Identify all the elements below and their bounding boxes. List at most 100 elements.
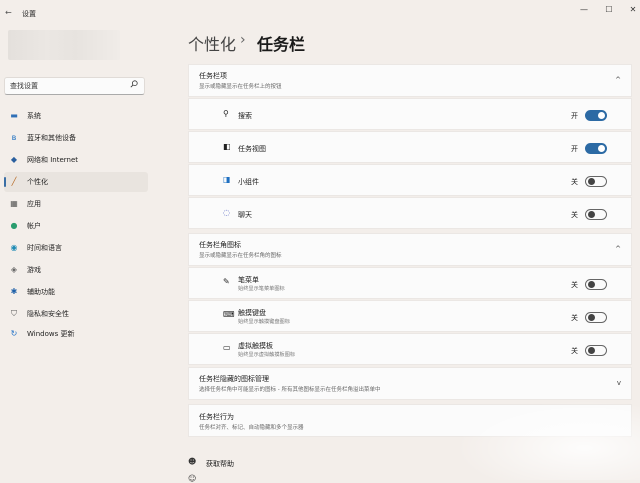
sidebar-item-label: Windows 更新 (27, 330, 75, 338)
bluetooth-icon: ʙ (11, 133, 17, 142)
touchpad-icon: ▭ (223, 343, 231, 352)
row-search: ⚲ 搜索 开 (188, 98, 632, 130)
search-icon (130, 80, 138, 88)
row-sub: 始终显示虚拟触摸板图标 (238, 352, 296, 358)
row-sub: 始终显示触摸键盘图标 (238, 319, 290, 325)
minimize-button[interactable]: — (573, 3, 595, 17)
chevron-down-icon[interactable]: v (617, 379, 621, 387)
row-widgets: ◨ 小组件 关 (188, 164, 632, 196)
pen-menu-toggle[interactable] (585, 279, 607, 290)
maximize-button[interactable]: ☐ (598, 3, 620, 17)
toggle-state: 关 (571, 281, 578, 289)
toggle-state: 关 (571, 211, 578, 219)
toggle-state: 关 (571, 178, 578, 186)
toggle-state: 开 (571, 145, 578, 153)
close-button[interactable]: ✕ (622, 3, 640, 17)
sidebar-item-label: 应用 (27, 200, 41, 208)
sidebar-item-time-language[interactable]: ◉ 时间和语言 (4, 238, 148, 258)
feedback-icon: ☺ (188, 474, 197, 483)
toggle-state: 关 (571, 314, 578, 322)
task-view-icon: ◧ (223, 142, 231, 151)
chat-icon: ◌ (223, 208, 230, 217)
row-pen-menu: ✎ 笔菜单 始终显示笔菜单图标 关 (188, 267, 632, 299)
back-icon[interactable]: ← (5, 8, 12, 17)
widgets-icon: ◨ (223, 175, 231, 184)
row-task-view: ◧ 任务视图 开 (188, 131, 632, 163)
sidebar-item-apps[interactable]: ▦ 应用 (4, 194, 148, 214)
shield-icon: ⛉ (11, 309, 17, 318)
sidebar-item-label: 蓝牙和其他设备 (27, 134, 76, 142)
sidebar-item-label: 个性化 (27, 178, 48, 186)
section-overflow-icons[interactable]: 任务栏隐藏的图标管理 选择任务栏角中可能显示的图标 - 所有其他图标显示在任务栏… (188, 367, 632, 400)
sidebar-item-network[interactable]: ◆ 网络和 Internet (4, 150, 148, 170)
update-icon: ↻ (10, 329, 18, 338)
search-icon: ⚲ (223, 109, 229, 118)
section-desc: 显示或隐藏显示在任务栏上的按钮 (199, 84, 282, 90)
section-title: 任务栏角图标 (199, 241, 241, 249)
section-taskbar-items[interactable]: 任务栏项 显示或隐藏显示在任务栏上的按钮 ^ (188, 64, 632, 97)
sidebar-item-bluetooth[interactable]: ʙ 蓝牙和其他设备 (4, 128, 148, 148)
sidebar-item-label: 游戏 (27, 266, 41, 274)
help-icon: ☻ (188, 457, 197, 466)
section-desc: 选择任务栏角中可能显示的图标 - 所有其他图标显示在任务栏角溢出菜单中 (199, 387, 381, 393)
sidebar-item-label: 时间和语言 (27, 244, 62, 252)
touch-keyboard-toggle[interactable] (585, 312, 607, 323)
account-profile-blurred[interactable] (8, 30, 120, 60)
section-desc: 显示或隐藏显示在任务栏角的图标 (199, 253, 282, 259)
row-label: 触摸键盘 (238, 309, 266, 317)
sidebar-item-accounts[interactable]: ● 帐户 (4, 216, 148, 236)
row-label: 笔菜单 (238, 276, 259, 284)
section-title: 任务栏隐藏的图标管理 (199, 375, 269, 383)
brush-icon: ╱ (11, 177, 17, 186)
pen-icon: ✎ (223, 277, 230, 286)
search-placeholder: 查找设置 (10, 82, 38, 90)
apps-icon: ▦ (10, 199, 18, 208)
chevron-up-icon[interactable]: ^ (615, 245, 621, 253)
chevron-up-icon[interactable]: ^ (615, 76, 621, 84)
globe-icon: ◉ (10, 243, 18, 252)
search-input[interactable]: 查找设置 (4, 77, 145, 95)
row-label: 任务视图 (238, 145, 266, 153)
sidebar-item-label: 隐私和安全性 (27, 310, 69, 318)
row-chat: ◌ 聊天 关 (188, 197, 632, 229)
get-help-link[interactable]: 获取帮助 (206, 459, 234, 469)
sidebar-item-personalization[interactable]: ╱ 个性化 (4, 172, 148, 192)
task-view-toggle[interactable] (585, 143, 607, 154)
sidebar-item-privacy[interactable]: ⛉ 隐私和安全性 (4, 304, 148, 324)
sidebar-item-label: 网络和 Internet (27, 156, 79, 164)
title-bar: ← 设置 — ☐ ✕ (0, 0, 640, 28)
row-touch-keyboard: ⌨ 触摸键盘 始终显示触摸键盘图标 关 (188, 300, 632, 332)
chat-toggle[interactable] (585, 209, 607, 220)
section-title: 任务栏项 (199, 72, 227, 80)
breadcrumb-separator: › (240, 32, 246, 48)
row-label: 小组件 (238, 178, 259, 186)
toggle-state: 关 (571, 347, 578, 355)
row-label: 聊天 (238, 211, 252, 219)
section-corner-icons[interactable]: 任务栏角图标 显示或隐藏显示在任务栏角的图标 ^ (188, 233, 632, 266)
page-title: 任务栏 (257, 35, 306, 54)
sidebar-item-label: 帐户 (27, 222, 41, 230)
row-sub: 始终显示笔菜单图标 (238, 286, 285, 292)
virtual-touchpad-toggle[interactable] (585, 345, 607, 356)
gamepad-icon: ◈ (10, 265, 18, 274)
watermark-overlay (455, 400, 640, 480)
widgets-toggle[interactable] (585, 176, 607, 187)
sidebar-item-windows-update[interactable]: ↻ Windows 更新 (4, 324, 148, 344)
sidebar-item-system[interactable]: ▬ 系统 (4, 106, 148, 126)
section-title: 任务栏行为 (199, 413, 234, 421)
person-icon: ● (10, 221, 18, 230)
accessibility-icon: ✱ (10, 287, 18, 296)
active-indicator (4, 177, 6, 187)
section-desc: 任务栏对齐、标记、自动隐藏和多个显示器 (199, 425, 304, 431)
sidebar-item-label: 系统 (27, 112, 41, 120)
row-label: 虚拟触摸板 (238, 342, 273, 350)
sidebar-item-gaming[interactable]: ◈ 游戏 (4, 260, 148, 280)
search-toggle[interactable] (585, 110, 607, 121)
monitor-icon: ▬ (10, 111, 18, 120)
sidebar-item-accessibility[interactable]: ✱ 辅助功能 (4, 282, 148, 302)
breadcrumb-parent[interactable]: 个性化 (188, 31, 236, 55)
wifi-icon: ◆ (10, 155, 18, 164)
keyboard-icon: ⌨ (223, 310, 235, 319)
row-label: 搜索 (238, 112, 252, 120)
row-virtual-touchpad: ▭ 虚拟触摸板 始终显示虚拟触摸板图标 关 (188, 333, 632, 365)
